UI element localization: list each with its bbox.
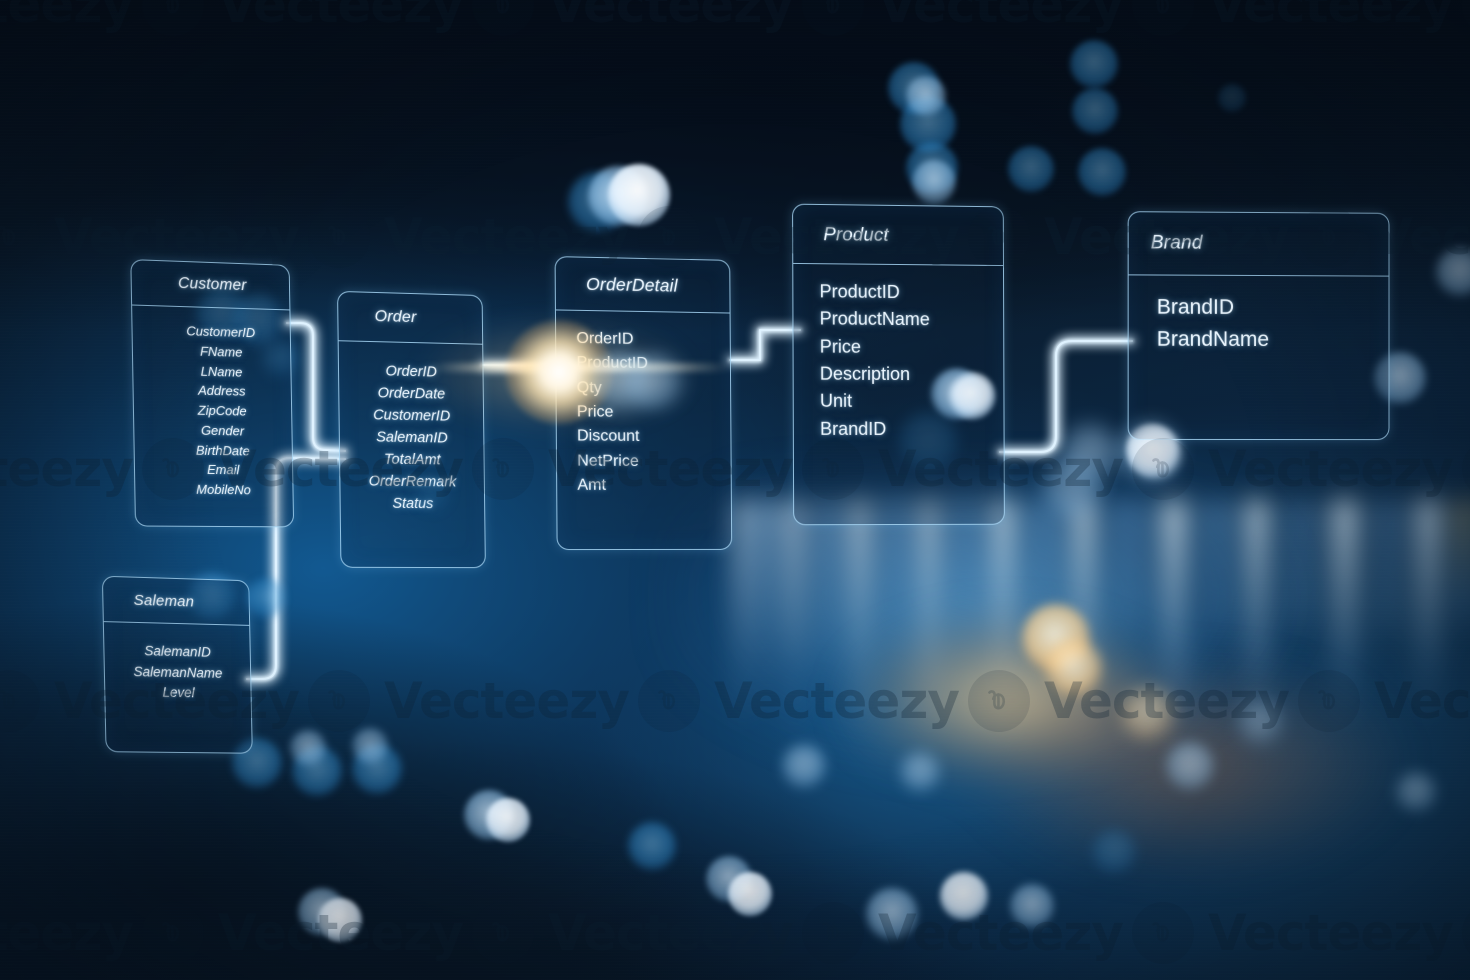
table-column: SalemanID [376,429,448,447]
table-column: BrandID [1156,295,1235,319]
table-column: OrderDate [377,385,446,403]
table-column: ProductID [576,354,648,373]
table-column: Amt [577,476,607,494]
table-column: SalemanName [133,663,223,681]
table-saleman-title: Saleman [102,576,250,626]
table-column: NetPrice [577,452,639,470]
table-order[interactable]: Order OrderID OrderDate CustomerID SalemanI… [337,290,486,569]
table-column: OrderRemark [368,473,457,491]
table-orderdetail[interactable]: OrderDetail OrderID ProductID Qty Price Disc… [554,256,733,551]
table-order-columns: OrderID OrderDate CustomerID SalemanID Total… [339,341,485,525]
table-column: ProductID [819,281,900,303]
table-saleman-columns: SalemanID SalemanName Level [104,622,251,715]
table-column: SalemanID [144,643,211,660]
table-orderdetail-columns: OrderID ProductID Qty Price Discount NetPrice… [556,310,731,508]
table-column: Price [576,403,614,421]
er-diagram-plate: Customer CustomerID FName LName Address ZipC… [0,0,1470,980]
table-column: BirthDate [195,442,250,458]
table-column: Gender [200,422,245,439]
table-orderdetail-title: OrderDetail [555,257,730,314]
table-brand[interactable]: Brand BrandID BrandName [1127,211,1390,441]
table-order-title: Order [338,291,483,345]
table-column: BrandName [1156,327,1270,351]
table-column: ProductName [819,308,930,330]
table-column: CustomerID [373,407,451,425]
table-column: BrandID [819,418,887,439]
table-column: OrderID [576,329,634,348]
table-brand-columns: BrandID BrandName [1129,275,1389,366]
table-column: ZipCode [197,402,247,419]
screenshot-canvas: Customer CustomerID FName LName Address ZipC… [0,0,1470,980]
table-column: Unit [819,391,853,412]
table-customer-columns: CustomerID FName LName Address ZipCode Gender… [132,306,293,511]
table-product-title: Product [793,204,1003,267]
table-customer[interactable]: Customer CustomerID FName LName Address ZipC… [130,259,295,528]
table-brand-title: Brand [1128,212,1389,277]
table-saleman[interactable]: Saleman SalemanID SalemanName Level [101,575,253,754]
table-column: Price [819,336,861,357]
table-column: Discount [576,427,640,446]
table-column: Status [392,495,434,513]
table-product[interactable]: Product ProductID ProductName Price Descrip… [792,203,1005,526]
table-customer-title: Customer [131,260,290,311]
table-column: Address [197,382,246,399]
table-column: Email [206,462,240,478]
table-column: CustomerID [186,323,256,341]
table-column: TotalAmt [383,451,441,469]
table-column: OrderID [385,363,438,381]
table-column: Level [162,684,195,701]
table-column: MobileNo [196,481,251,498]
table-product-columns: ProductID ProductName Price Description Unit… [793,264,1003,453]
table-column: Qty [576,378,602,397]
table-column: LName [200,363,243,380]
table-column: Description [819,363,911,385]
table-column: FName [199,343,243,360]
